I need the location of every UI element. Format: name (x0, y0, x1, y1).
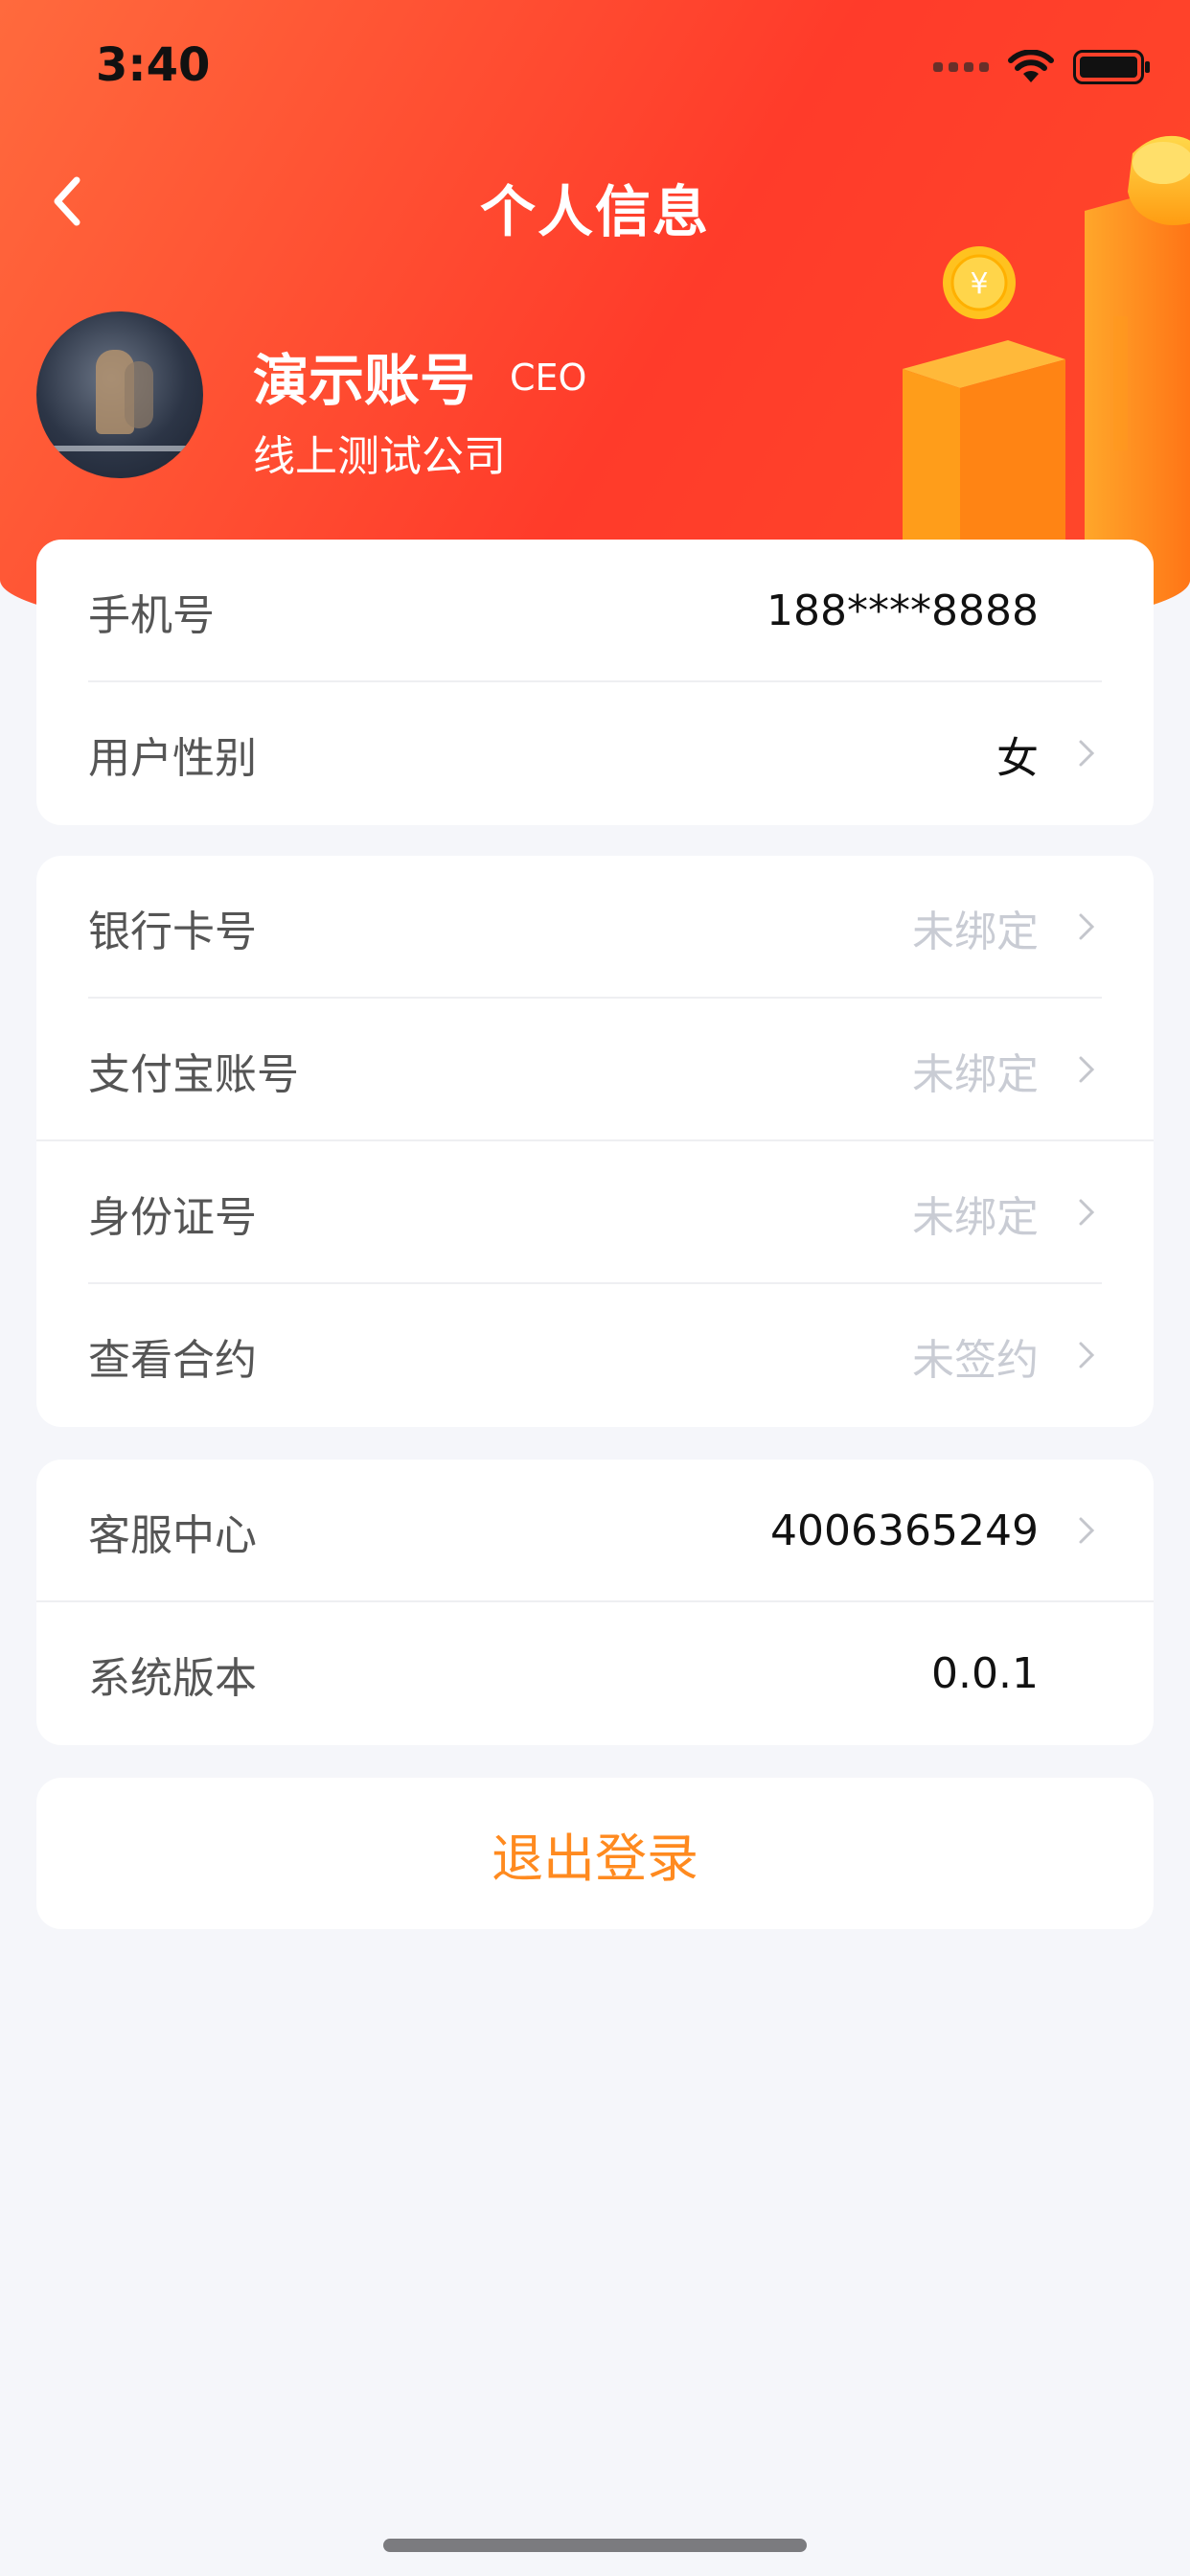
id-card-label: 身份证号 (88, 1192, 257, 1242)
phone-row: 手机号 188****8888 (36, 540, 1154, 682)
support-card: 客服中心 4006365249 系统版本 0.0.1 (36, 1460, 1154, 1745)
customer-service-value: 4006365249 (770, 1506, 1039, 1555)
user-role: CEO (510, 356, 587, 399)
status-time: 3:40 (96, 38, 211, 92)
alipay-row[interactable]: 支付宝账号 未绑定 (36, 999, 1154, 1141)
binding-card: 银行卡号 未绑定 支付宝账号 未绑定 身份证号 未绑定 查看合约 未签约 (36, 856, 1154, 1427)
contract-value: 未签约 (912, 1335, 1039, 1385)
bank-card-value: 未绑定 (912, 907, 1039, 956)
system-version-label: 系统版本 (88, 1653, 257, 1703)
battery-icon (1073, 50, 1150, 84)
avatar[interactable] (36, 311, 203, 478)
bank-card-label: 银行卡号 (88, 907, 257, 956)
logout-button[interactable]: 退出登录 (36, 1778, 1154, 1929)
bank-card-row[interactable]: 银行卡号 未绑定 (36, 856, 1154, 999)
status-bar: 3:40 (0, 0, 1190, 144)
chevron-right-icon (1079, 740, 1095, 767)
gender-row[interactable]: 用户性别 女 (36, 682, 1154, 825)
status-icons (933, 50, 1150, 84)
contract-label: 查看合约 (88, 1335, 257, 1385)
gender-value: 女 (996, 733, 1039, 783)
id-card-row[interactable]: 身份证号 未绑定 (36, 1141, 1154, 1284)
phone-value: 188****8888 (767, 586, 1039, 635)
system-version-row: 系统版本 0.0.1 (36, 1602, 1154, 1745)
chevron-right-icon (1079, 913, 1095, 940)
chevron-right-icon (1079, 1056, 1095, 1083)
svg-text:¥: ¥ (970, 267, 988, 301)
wifi-icon (1008, 50, 1054, 84)
account-info-card: 手机号 188****8888 用户性别 女 (36, 540, 1154, 825)
customer-service-label: 客服中心 (88, 1510, 257, 1560)
system-version-value: 0.0.1 (931, 1649, 1039, 1698)
chevron-right-icon (1079, 1199, 1095, 1226)
phone-label: 手机号 (88, 590, 215, 640)
alipay-label: 支付宝账号 (88, 1049, 299, 1099)
alipay-value: 未绑定 (912, 1049, 1039, 1099)
chevron-right-icon (1079, 1517, 1095, 1544)
gender-label: 用户性别 (88, 733, 257, 783)
home-indicator (383, 2539, 807, 2552)
cellular-signal-icon (933, 62, 989, 72)
user-company: 线上测试公司 (253, 432, 506, 481)
contract-row[interactable]: 查看合约 未签约 (36, 1284, 1154, 1427)
chevron-right-icon (1079, 1342, 1095, 1368)
user-name: 演示账号 (253, 348, 476, 413)
customer-service-row[interactable]: 客服中心 4006365249 (36, 1460, 1154, 1602)
id-card-value: 未绑定 (912, 1192, 1039, 1242)
